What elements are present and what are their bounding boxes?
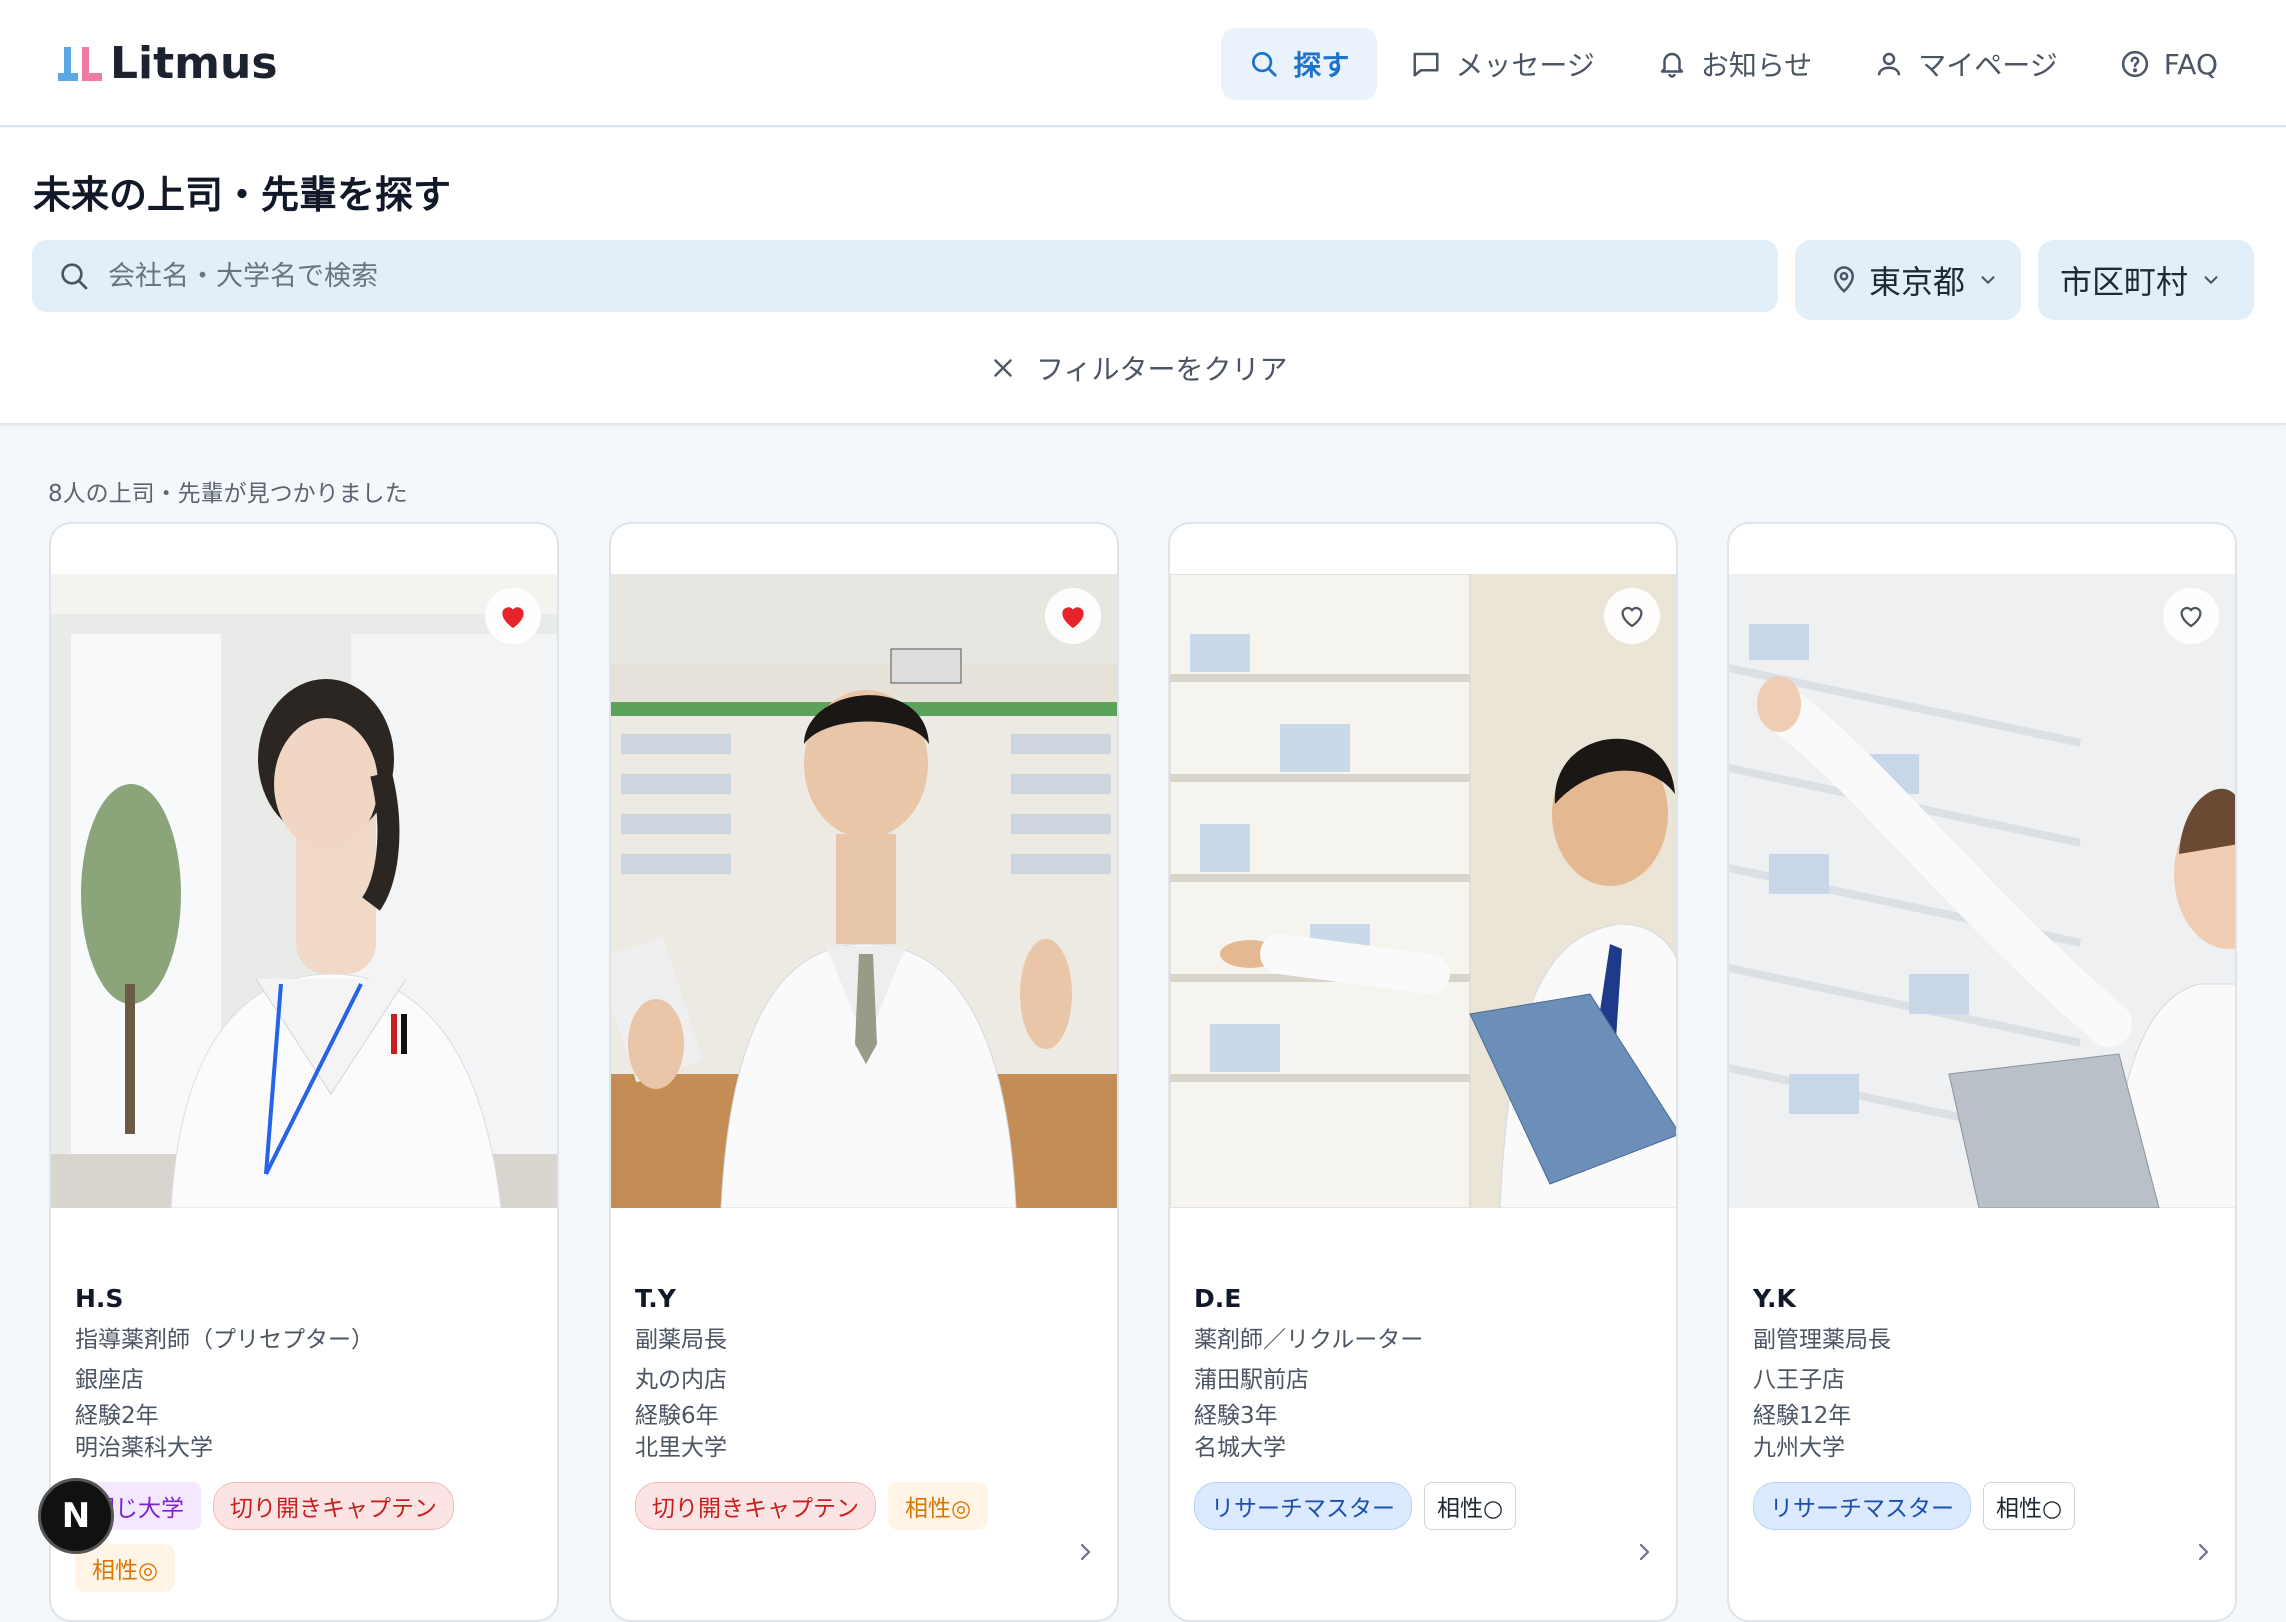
chevron-right-icon[interactable] bbox=[1632, 1540, 1656, 1564]
mentor-photo bbox=[1170, 574, 1676, 1208]
mentor-card[interactable]: H.S 指導薬剤師（プリセプター） 銀座店 経験2年 明治薬科大学 同じ大学 切… bbox=[49, 522, 559, 1622]
mentor-card[interactable]: Y.K 副管理薬局長 八王子店 経験12年 九州大学 リサーチマスター 相性○ bbox=[1727, 522, 2237, 1622]
mentor-photo bbox=[611, 574, 1117, 1208]
mentor-name: T.Y bbox=[635, 1284, 676, 1313]
mentor-university: 明治薬科大学 bbox=[75, 1435, 213, 1461]
mentor-role: 副薬局長 bbox=[635, 1327, 727, 1353]
mentor-photo bbox=[51, 574, 557, 1208]
search-input[interactable] bbox=[108, 260, 1708, 292]
search-panel: 未来の上司・先輩を探す 東京都 市区町村 フィルターをクリア bbox=[0, 128, 2286, 425]
mentor-tags: リサーチマスター 相性○ bbox=[1194, 1482, 1656, 1544]
user-icon bbox=[1878, 52, 1901, 76]
mentor-card[interactable]: T.Y 副薬局長 丸の内店 経験6年 北里大学 切り開きキャプテン 相性◎ bbox=[609, 522, 1119, 1622]
nav-faq-label: FAQ bbox=[2163, 47, 2218, 81]
heart-outline-icon bbox=[1621, 606, 1643, 628]
mentor-role: 副管理薬局長 bbox=[1753, 1327, 1891, 1353]
search-bar[interactable] bbox=[32, 240, 1778, 312]
bell-icon bbox=[1660, 52, 1684, 78]
prefecture-select[interactable]: 東京都 bbox=[1795, 240, 2021, 320]
tag-pioneer-captain: 切り開きキャプテン bbox=[635, 1482, 876, 1530]
search-icon bbox=[1252, 52, 1277, 77]
nav-messages-label: メッセージ bbox=[1455, 49, 1595, 82]
mentor-experience: 経験3年 bbox=[1194, 1403, 1278, 1429]
mentor-store: 丸の内店 bbox=[635, 1367, 727, 1393]
location-pin-icon bbox=[1833, 266, 1855, 293]
app-logo[interactable]: Litmus bbox=[58, 38, 278, 89]
main-nav: 探す メッセージ お知らせ マイページ FAQ bbox=[1215, 28, 2246, 100]
favorite-button[interactable] bbox=[1604, 588, 1660, 644]
floating-action-badge[interactable]: N bbox=[38, 1478, 114, 1554]
mentor-name: H.S bbox=[75, 1284, 124, 1313]
top-header: Litmus 探す メッセージ お知らせ マイページ FAQ bbox=[0, 0, 2286, 127]
mentor-role: 薬剤師／リクルーター bbox=[1194, 1327, 1424, 1353]
nav-notifications[interactable]: お知らせ bbox=[1629, 28, 1840, 100]
logo-mark-icon bbox=[58, 46, 102, 81]
mentor-tags: 切り開きキャプテン 相性◎ bbox=[635, 1482, 1097, 1544]
nav-search[interactable]: 探す bbox=[1221, 28, 1378, 100]
chevron-down-icon bbox=[1981, 276, 1995, 285]
city-select[interactable]: 市区町村 bbox=[2038, 240, 2254, 320]
clear-filters-label: フィルターをクリア bbox=[1036, 353, 1288, 386]
heart-filled-icon bbox=[1062, 607, 1084, 628]
mentor-name: D.E bbox=[1194, 1284, 1242, 1313]
mentor-info: D.E 薬剤師／リクルーター 蒲田駅前店 経験3年 名城大学 リサーチマスター … bbox=[1194, 1284, 1656, 1544]
favorite-button[interactable] bbox=[1045, 588, 1101, 644]
nav-messages[interactable]: メッセージ bbox=[1383, 28, 1622, 100]
mentor-photo bbox=[1729, 574, 2235, 1208]
prefecture-value: 東京都 bbox=[1869, 263, 1966, 301]
tag-research-master: リサーチマスター bbox=[1194, 1482, 1412, 1530]
page-title: 未来の上司・先輩を探す bbox=[33, 173, 452, 217]
result-count: 8人の上司・先輩が見つかりました bbox=[48, 481, 408, 507]
heart-outline-icon bbox=[2180, 606, 2202, 628]
message-icon bbox=[1413, 52, 1439, 77]
nav-mypage[interactable]: マイページ bbox=[1846, 28, 2085, 100]
chevron-down-icon bbox=[2204, 276, 2218, 285]
tag-compatibility: 相性◎ bbox=[888, 1482, 989, 1530]
nav-notifications-label: お知らせ bbox=[1700, 49, 1813, 82]
nav-mypage-label: マイページ bbox=[1918, 49, 2058, 82]
city-value: 市区町村 bbox=[2060, 263, 2189, 301]
mentor-role: 指導薬剤師（プリセプター） bbox=[75, 1327, 374, 1353]
chevron-right-icon[interactable] bbox=[1073, 1540, 1097, 1564]
mentor-card[interactable]: D.E 薬剤師／リクルーター 蒲田駅前店 経験3年 名城大学 リサーチマスター … bbox=[1168, 522, 1678, 1622]
mentor-experience: 経験12年 bbox=[1753, 1403, 1852, 1429]
tag-research-master: リサーチマスター bbox=[1753, 1482, 1971, 1530]
favorite-button[interactable] bbox=[2163, 588, 2219, 644]
nav-faq[interactable]: FAQ bbox=[2092, 28, 2246, 100]
mentor-store: 銀座店 bbox=[75, 1367, 144, 1393]
mentor-university: 北里大学 bbox=[635, 1435, 727, 1461]
mentor-store: 八王子店 bbox=[1753, 1367, 1845, 1393]
favorite-button[interactable] bbox=[485, 588, 541, 644]
heart-filled-icon bbox=[502, 607, 524, 628]
search-icon bbox=[61, 263, 88, 290]
mentor-info: H.S 指導薬剤師（プリセプター） 銀座店 経験2年 明治薬科大学 同じ大学 切… bbox=[75, 1284, 537, 1606]
clear-filters-button[interactable]: フィルターをクリア bbox=[990, 348, 1287, 388]
tag-compatibility: 相性○ bbox=[1983, 1482, 2076, 1530]
mentor-info: T.Y 副薬局長 丸の内店 経験6年 北里大学 切り開きキャプテン 相性◎ bbox=[635, 1284, 1097, 1544]
mentor-tags: リサーチマスター 相性○ bbox=[1753, 1482, 2215, 1544]
mentor-name: Y.K bbox=[1753, 1284, 1796, 1313]
mentor-store: 蒲田駅前店 bbox=[1194, 1367, 1309, 1393]
nav-search-label: 探す bbox=[1293, 49, 1350, 82]
tag-pioneer-captain: 切り開きキャプテン bbox=[213, 1482, 454, 1530]
mentor-university: 九州大学 bbox=[1753, 1435, 1845, 1461]
help-icon bbox=[2121, 50, 2148, 78]
close-icon bbox=[994, 359, 1012, 377]
mentor-experience: 経験6年 bbox=[635, 1403, 719, 1429]
tag-compatibility: 相性○ bbox=[1424, 1482, 1517, 1530]
chevron-right-icon[interactable] bbox=[2191, 1540, 2215, 1564]
mentor-tags: 同じ大学 切り開きキャプテン 相性◎ bbox=[75, 1482, 537, 1606]
mentor-university: 名城大学 bbox=[1194, 1435, 1286, 1461]
mentor-info: Y.K 副管理薬局長 八王子店 経験12年 九州大学 リサーチマスター 相性○ bbox=[1753, 1284, 2215, 1544]
mentor-experience: 経験2年 bbox=[75, 1403, 159, 1429]
app-name: Litmus bbox=[110, 38, 278, 89]
